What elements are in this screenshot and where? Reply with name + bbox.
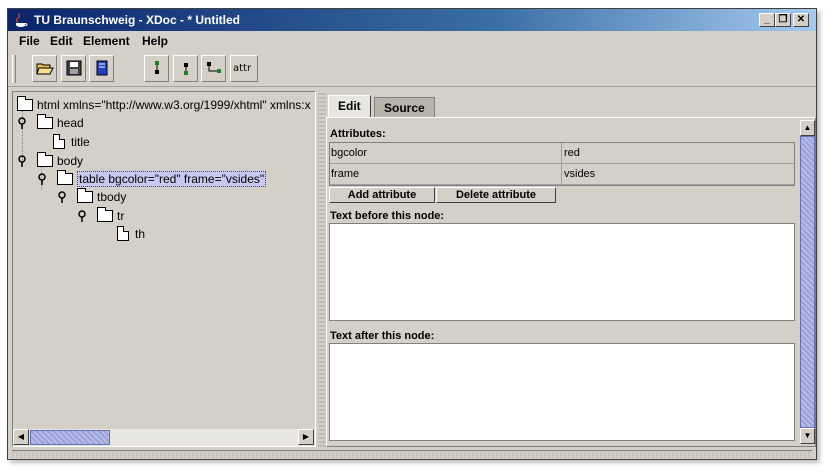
folder-icon: [77, 188, 93, 203]
save-button[interactable]: [61, 55, 86, 82]
delete-attribute-button[interactable]: Delete attribute: [436, 187, 556, 203]
scroll-up-arrow-icon[interactable]: ▲: [800, 120, 815, 136]
text-after-label: Text after this node:: [330, 330, 435, 342]
menu-edit[interactable]: Edit: [50, 34, 73, 48]
expand-handle-icon[interactable]: [57, 191, 67, 203]
edit-tab-panel: Attributes: bgcolor red frame vsides Add…: [326, 117, 816, 447]
attribute-name: frame: [331, 168, 360, 180]
insert-after-button[interactable]: [173, 55, 198, 82]
attribute-value: vsides: [564, 168, 596, 180]
tab-source[interactable]: Source: [374, 97, 435, 117]
text-before-label: Text before this node:: [330, 210, 445, 222]
scroll-left-arrow-icon[interactable]: ◀: [13, 429, 29, 445]
maximize-button[interactable]: ❐: [775, 13, 791, 27]
app-window: TU Braunschweig - XDoc - * Untitled _ ❐ …: [7, 8, 817, 460]
editor-pane: Edit Source Attributes: bgcolor red fram…: [326, 91, 816, 447]
insert-child-icon: [207, 62, 221, 73]
horizontal-scroll-thumb[interactable]: [30, 430, 110, 445]
insert-after-icon: [184, 63, 188, 75]
book-icon: [96, 60, 108, 76]
menu-bar: File Edit Element Help: [8, 31, 816, 51]
folder-icon: [57, 170, 73, 185]
save-icon: [66, 60, 82, 76]
folder-icon: [97, 207, 113, 222]
menu-file[interactable]: File: [19, 34, 40, 48]
title-bar: TU Braunschweig - XDoc - * Untitled _ ❐ …: [8, 9, 816, 31]
text-after-field[interactable]: [329, 343, 795, 441]
folder-icon: [37, 114, 53, 129]
vertical-scroll-thumb[interactable]: [800, 136, 815, 428]
insert-before-button[interactable]: [144, 55, 169, 82]
document-tree-pane: html xmlns="http://www.w3.org/1999/xhtml…: [12, 91, 316, 447]
menu-help[interactable]: Help: [142, 34, 168, 48]
folder-open-icon: [36, 63, 54, 75]
document-tree: html xmlns="http://www.w3.org/1999/xhtml…: [13, 92, 315, 428]
minimize-button[interactable]: _: [759, 13, 775, 27]
node-editor: Attributes: bgcolor red frame vsides Add…: [327, 118, 797, 446]
help-button[interactable]: [89, 55, 114, 82]
window-title: TU Braunschweig - XDoc - * Untitled: [34, 13, 241, 27]
folder-icon: [37, 152, 53, 167]
split-pane-divider[interactable]: [318, 91, 326, 447]
attr-button[interactable]: attr: [230, 55, 258, 82]
toolbar: attr: [8, 51, 816, 87]
attributes-table: bgcolor red frame vsides: [329, 142, 795, 186]
attr-label: attr: [233, 63, 252, 74]
attribute-value: red: [564, 147, 580, 159]
tree-horizontal-scrollbar[interactable]: ◀ ▶: [13, 429, 315, 446]
expand-handle-icon[interactable]: [77, 210, 87, 222]
scroll-right-arrow-icon[interactable]: ▶: [298, 429, 314, 445]
insert-before-icon: [155, 61, 159, 74]
expand-handle-icon[interactable]: [17, 155, 27, 167]
attribute-name: bgcolor: [331, 147, 368, 159]
table-row[interactable]: bgcolor red: [330, 143, 794, 164]
folder-icon: [17, 96, 33, 111]
open-button[interactable]: [32, 55, 57, 82]
attributes-label: Attributes:: [330, 128, 386, 140]
add-attribute-button[interactable]: Add attribute: [329, 187, 435, 203]
editor-vertical-scrollbar[interactable]: ▲ ▼: [800, 120, 815, 444]
scroll-down-arrow-icon[interactable]: ▼: [800, 428, 815, 444]
close-button[interactable]: ✕: [793, 13, 809, 27]
document-icon: [53, 134, 65, 149]
text-before-field[interactable]: [329, 223, 795, 321]
menu-element[interactable]: Element: [83, 34, 130, 48]
insert-child-button[interactable]: [201, 55, 226, 82]
tab-edit[interactable]: Edit: [328, 95, 371, 117]
column-divider: [561, 143, 562, 185]
toolbar-grip[interactable]: [12, 55, 16, 83]
expand-handle-icon[interactable]: [37, 173, 47, 185]
table-row[interactable]: frame vsides: [330, 164, 794, 185]
java-icon: [15, 13, 28, 27]
expand-handle-icon[interactable]: [17, 117, 27, 129]
status-bar: [12, 450, 812, 458]
document-icon: [117, 226, 129, 241]
